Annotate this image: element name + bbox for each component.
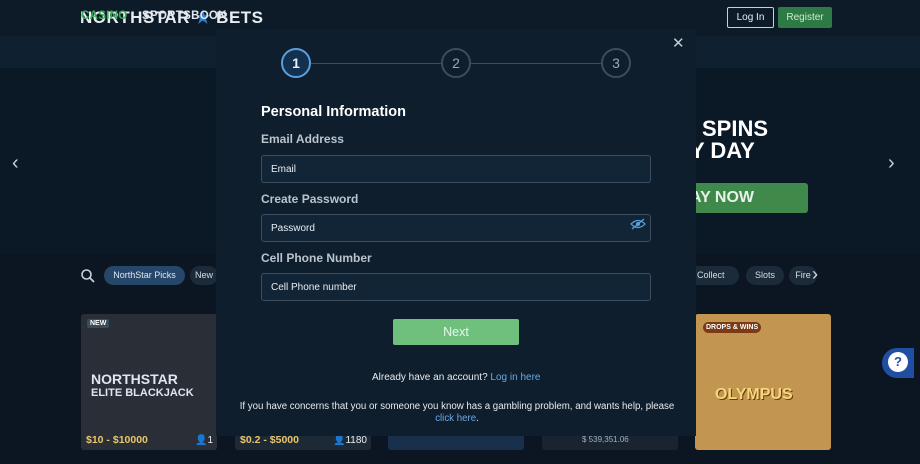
phone-label: Cell Phone Number <box>261 251 372 265</box>
card-title-line1: NORTHSTAR <box>91 371 178 387</box>
nav-sportsbook[interactable]: SPORTSBOOK <box>142 10 227 22</box>
already-text: Already have an account? <box>372 372 488 383</box>
card-title: OLYMPUS <box>715 386 793 403</box>
form-heading: Personal Information <box>261 104 407 120</box>
drops-wins-badge: DROPS & WINS <box>703 322 762 333</box>
gambling-help-text: If you have concerns that you or someone… <box>239 401 675 412</box>
chip-slots[interactable]: Slots <box>746 266 784 285</box>
new-badge: NEW <box>87 319 110 328</box>
email-label: Email Address <box>261 132 344 146</box>
step-3-indicator: 3 <box>601 48 631 78</box>
search-icon[interactable] <box>80 268 96 284</box>
password-label: Create Password <box>261 192 359 206</box>
card-player-count: 👤1 <box>194 435 213 446</box>
gambling-help-notice: If you have concerns that you or someone… <box>228 401 686 425</box>
click-here-link[interactable]: click here <box>435 413 476 424</box>
step-connector <box>471 63 601 64</box>
banner-play-now-label: AY NOW <box>690 189 755 206</box>
question-mark-icon[interactable]: ? <box>888 352 908 372</box>
next-button[interactable]: Next <box>393 319 519 345</box>
phone-field[interactable] <box>261 273 651 301</box>
chip-new[interactable]: New <box>190 266 218 285</box>
card-player-count: 👤1180 <box>333 435 367 446</box>
game-card-gates-of-olympus[interactable]: DROPS & WINS OLYMPUS <box>695 314 831 450</box>
login-link[interactable]: Log in here <box>490 372 540 383</box>
card-bet-range: $10 - $10000 <box>86 434 148 446</box>
period: . <box>476 413 479 424</box>
register-button[interactable]: Register <box>778 7 832 28</box>
eye-icon[interactable] <box>630 218 646 230</box>
card-title-line2: ELITE BLACKJACK <box>91 387 194 399</box>
game-card-elite-blackjack[interactable]: NEW NORTHSTAR ELITE BLACKJACK $10 - $100… <box>81 314 217 450</box>
already-have-account-text: Already have an account? Log in here <box>372 372 540 383</box>
banner-headline-line2: Y DAY <box>690 138 755 163</box>
banner-prev-arrow-icon[interactable]: ‹ <box>12 152 19 175</box>
close-icon[interactable]: ✕ <box>672 36 686 51</box>
login-button[interactable]: Log In <box>727 7 774 28</box>
nav-casino[interactable]: CASINO <box>81 10 128 22</box>
password-field[interactable] <box>261 214 651 242</box>
step-2-indicator: 2 <box>441 48 471 78</box>
chip-northstar-picks[interactable]: NorthStar Picks <box>104 266 185 285</box>
card-jackpot-value: $ 539,351.06 <box>582 435 629 444</box>
step-1-indicator: 1 <box>281 48 311 78</box>
banner-next-arrow-icon[interactable]: › <box>888 152 895 175</box>
chips-next-arrow-icon[interactable]: › <box>812 264 818 285</box>
step-connector <box>311 63 441 64</box>
email-field[interactable] <box>261 155 651 183</box>
